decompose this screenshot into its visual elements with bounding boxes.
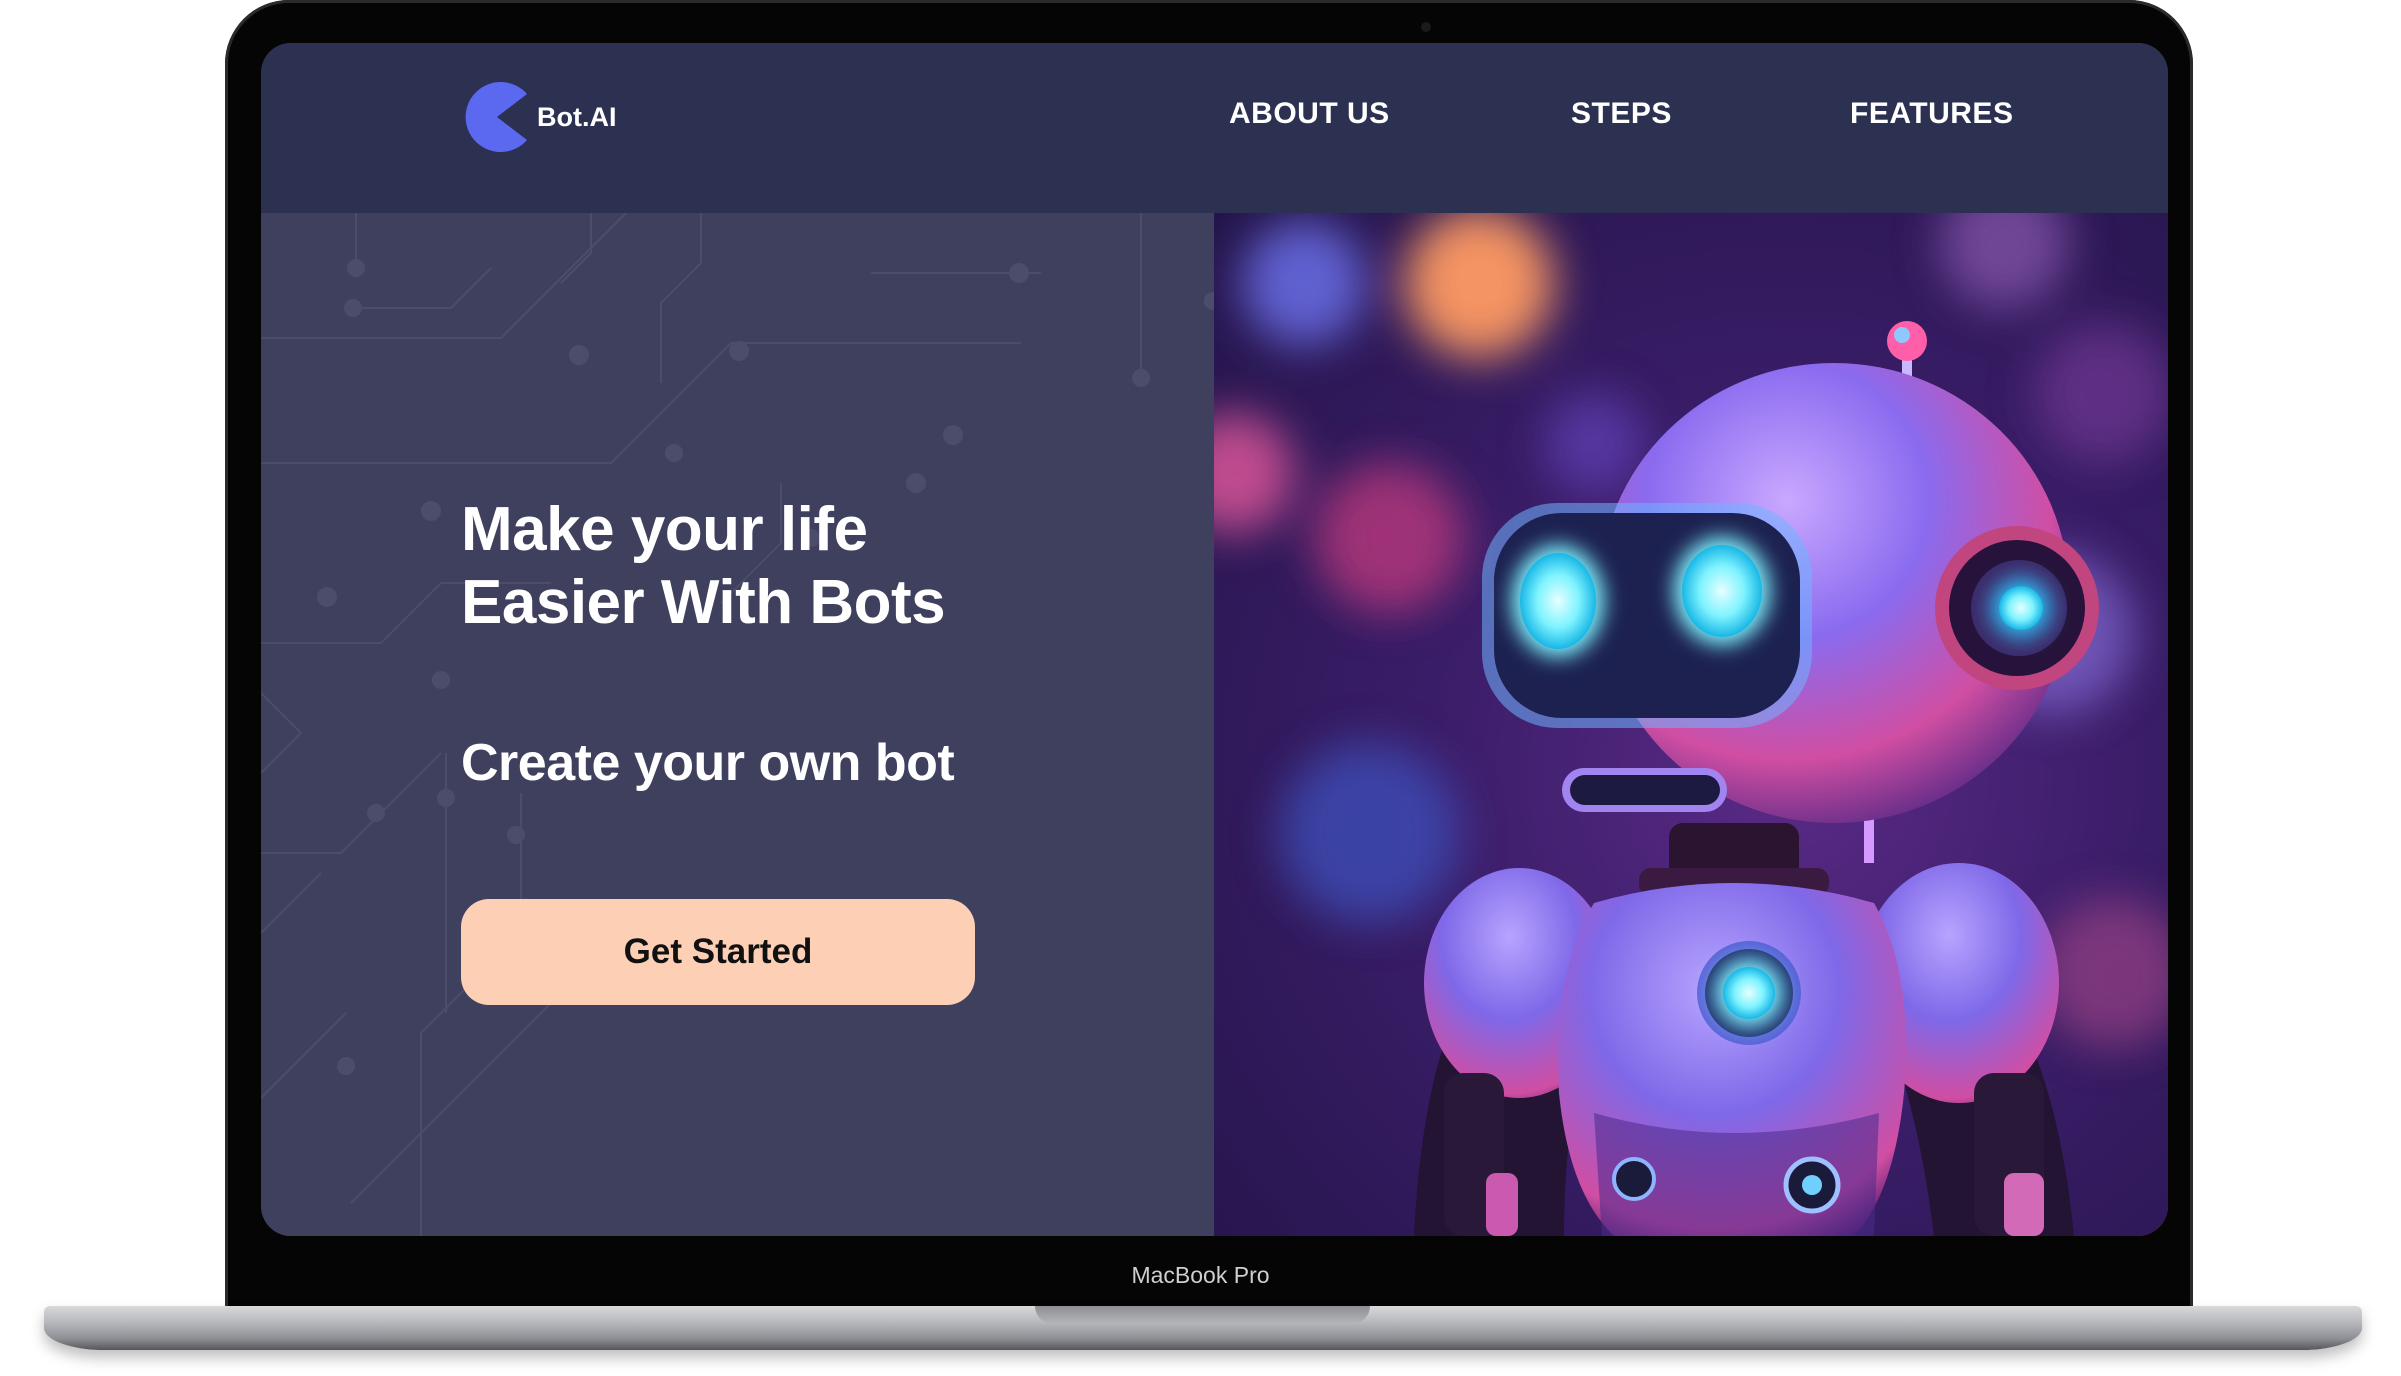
site-navbar: Bot.AI ABOUT US STEPS FEATURES — [261, 43, 2168, 213]
hero-subheadline: Create your own bot — [461, 734, 955, 792]
nav-link-steps[interactable]: STEPS — [1571, 97, 1672, 131]
nav-link-features[interactable]: FEATURES — [1850, 97, 2013, 131]
circuit-background-pattern — [261, 213, 1214, 1236]
nav-link-about-us[interactable]: ABOUT US — [1229, 97, 1390, 131]
laptop-screen: Bot.AI ABOUT US STEPS FEATURES Make your… — [261, 43, 2168, 1236]
camera-icon — [1421, 22, 1431, 32]
laptop-notch — [1035, 1306, 1370, 1324]
device-label: MacBook Pro — [1131, 1262, 1270, 1288]
get-started-button[interactable]: Get Started — [461, 899, 975, 1005]
logo-text: Bot.AI — [537, 101, 617, 132]
hero-headline-line-2: Easier With Bots — [461, 568, 946, 637]
hero-headline: Make your life Easier With Bots — [461, 493, 946, 639]
site-logo[interactable]: Bot.AI — [461, 78, 616, 156]
hero-image-panel — [1214, 213, 2168, 1236]
pacman-logo-icon — [465, 82, 527, 152]
hero-text-panel: Make your life Easier With Bots Create y… — [261, 213, 1214, 1236]
hero-headline-line-1: Make your life — [461, 495, 868, 564]
robot-illustration — [1214, 213, 2168, 1236]
laptop-mockup: Bot.AI ABOUT US STEPS FEATURES Make your… — [0, 0, 2401, 1376]
